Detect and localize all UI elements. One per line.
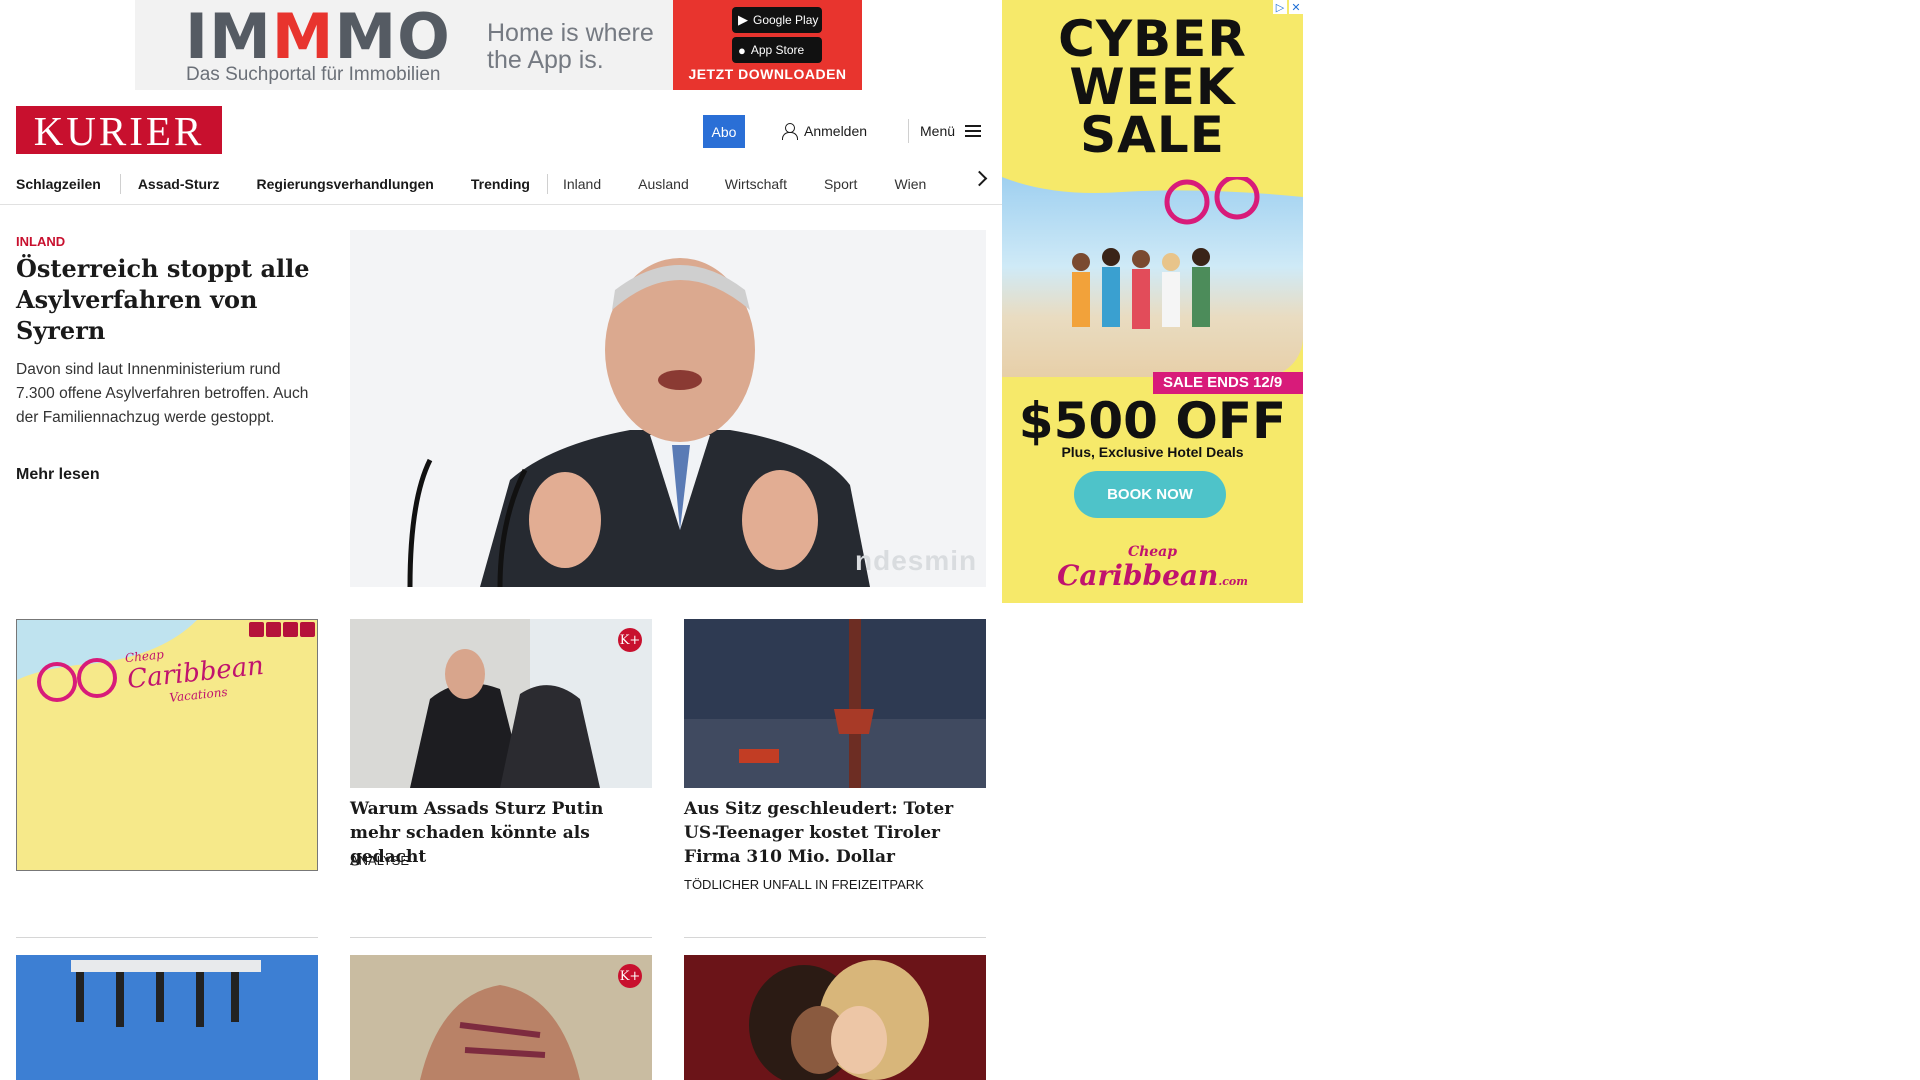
nav-divider: [119, 174, 121, 194]
play-store-icon: ▶: [738, 12, 748, 27]
row-divider: [350, 937, 652, 938]
ad-brand-subtitle: Das Suchportal für Immobilien: [186, 64, 441, 85]
google-play-badge[interactable]: ▶ Google Play: [732, 7, 822, 33]
row-divider: [684, 937, 986, 938]
nav-item-sport[interactable]: Sport: [824, 176, 857, 192]
nav-item-inland[interactable]: Inland: [563, 176, 601, 192]
nav-scroll-right-icon[interactable]: [973, 171, 987, 185]
ad-cta-panel[interactable]: ▶ Google Play ● App Store JETZT DOWNLOAD…: [673, 0, 862, 90]
header-divider: [908, 119, 909, 143]
row-divider: [16, 937, 318, 938]
nav-item-wien[interactable]: Wien: [894, 176, 926, 192]
premium-badge: K+: [618, 964, 642, 988]
read-more-link[interactable]: Mehr lesen: [16, 466, 100, 484]
apple-icon: ●: [738, 42, 746, 58]
ad-headline-sale: SALE: [1080, 106, 1225, 164]
lead-headline[interactable]: Österreich stoppt alle Asylverfahren von…: [16, 253, 316, 346]
beach-illustration: [1002, 174, 1303, 329]
nav-item-regierungsverhandlungen[interactable]: Regierungsverhandlungen: [257, 176, 434, 192]
card-image-back[interactable]: K+: [350, 955, 652, 1080]
user-icon: [782, 123, 798, 140]
ad-headline-cyber: CYBER: [1058, 10, 1247, 68]
putin-assad-photo: [350, 619, 652, 788]
politician-photo: [350, 230, 986, 587]
nav-item-trending[interactable]: Trending: [471, 176, 530, 192]
discount-amount: $500 OFF: [1018, 392, 1287, 450]
ad-choices[interactable]: ▷ ✕: [1273, 0, 1303, 14]
top-banner-ad[interactable]: IMMMO Das Suchportal für Immobilien Home…: [135, 0, 862, 90]
sale-ends-banner: SALE ENDS 12/9: [1153, 372, 1303, 394]
card-label-unfall[interactable]: TÖDLICHER UNFALL IN FREIZEITPARK: [684, 877, 924, 892]
kurier-logo[interactable]: KURIER: [16, 106, 222, 154]
card-image-lift[interactable]: [16, 955, 318, 1080]
inline-ad[interactable]: Cheap Caribbean Vacations: [16, 619, 318, 871]
nav-item-wirtschaft[interactable]: Wirtschaft: [725, 176, 787, 192]
menu-button[interactable]: Menü: [920, 119, 982, 143]
premium-badge: K+: [618, 628, 642, 652]
card-image-putin[interactable]: K+: [350, 619, 652, 788]
image-watermark: ndesmin: [855, 545, 978, 576]
nav-item-schlagzeilen[interactable]: Schlagzeilen: [16, 176, 101, 192]
card-image-freefall[interactable]: [684, 619, 986, 788]
lead-kicker[interactable]: INLAND: [16, 234, 65, 249]
nav-item-assad-sturz[interactable]: Assad-Sturz: [138, 176, 220, 192]
login-button[interactable]: Anmelden: [782, 119, 867, 143]
hamburger-icon: [965, 125, 982, 137]
close-icon[interactable]: ✕: [1289, 0, 1303, 14]
nav-divider: [546, 174, 548, 194]
card-title-freefall[interactable]: Aus Sitz geschleudert: Toter US-Teenager…: [684, 797, 986, 869]
drop-tower-photo: [684, 619, 986, 788]
ad-brand-logo: IMMMO: [185, 0, 451, 73]
abo-button[interactable]: Abo: [703, 115, 745, 148]
lead-teaser: Davon sind laut Innenministerium rund 7.…: [16, 361, 309, 426]
skyscraper-ad[interactable]: ▷ ✕ CYBER WEEK SALE SALE ENDS 12/9 $500 …: [1002, 0, 1303, 603]
card-image-couple[interactable]: [684, 955, 986, 1080]
injured-back-photo: [350, 955, 652, 1080]
download-cta[interactable]: JETZT DOWNLOADEN: [673, 66, 862, 82]
beach-scene-image: [1002, 174, 1303, 377]
lead-image[interactable]: ndesmin: [350, 230, 986, 587]
adchoices-icon[interactable]: ▷: [1273, 0, 1287, 14]
nav-item-ausland[interactable]: Ausland: [638, 176, 689, 192]
cheap-caribbean-logo: Cheap Caribbean.com: [1057, 544, 1248, 592]
card-label-analyse[interactable]: ANALYSE: [350, 853, 409, 868]
book-now-button[interactable]: BOOK NOW: [1074, 471, 1226, 518]
ad-slogan: Home is where the App is.: [487, 19, 654, 74]
discount-subtitle: Plus, Exclusive Hotel Deals: [1061, 444, 1244, 460]
chairlift-photo: [16, 955, 318, 1080]
ad-headline-week: WEEK: [1069, 58, 1236, 116]
app-store-badge[interactable]: ● App Store: [732, 37, 822, 63]
couple-photo: [684, 955, 986, 1080]
nav-bottom-border: [0, 204, 1002, 205]
section-nav: Schlagzeilen Assad-Sturz Regierungsverha…: [16, 164, 1002, 204]
